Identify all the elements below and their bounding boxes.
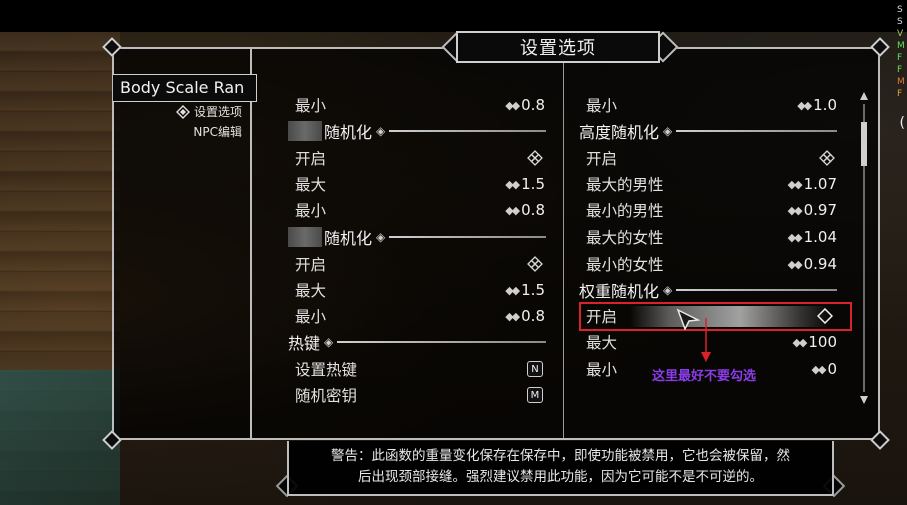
- slider-arrows-icon: ◆◆: [787, 177, 803, 191]
- option-row-min-top[interactable]: 最小 ◆◆ 1.0: [586, 93, 837, 117]
- option-row-min-male[interactable]: 最小的男性 ◆◆ 0.97: [586, 198, 837, 222]
- slider-arrows-icon: ◆◆: [787, 203, 803, 217]
- slider-arrows-icon: ◆◆: [505, 203, 520, 217]
- hud-overlay-text: SSVMFFMF: [897, 5, 905, 99]
- nav-item-npc-edit[interactable]: NPC编辑: [162, 123, 242, 140]
- slider-arrows-icon: ◆◆: [505, 283, 520, 297]
- checkbox-checked-icon[interactable]: [819, 150, 835, 166]
- checkbox-checked-icon[interactable]: [527, 256, 543, 272]
- option-row-enable-1[interactable]: 开启: [295, 146, 545, 170]
- slider-arrows-icon: ◆◆: [505, 177, 520, 191]
- header-ornament-icon: ◈: [663, 283, 673, 297]
- header-ornament-icon: ◈: [376, 230, 386, 244]
- info-line-2: 后出现颈部接缝。强烈建议禁用此功能，因为它可能不是不可逆的。: [358, 469, 763, 485]
- checkbox-checked-icon[interactable]: [527, 150, 543, 166]
- nav-item-label: 设置选项: [193, 105, 242, 119]
- slider-arrows-icon: ◆◆: [505, 309, 520, 323]
- keybind-m-icon[interactable]: M: [527, 387, 543, 403]
- keybind-n-icon[interactable]: N: [527, 361, 543, 377]
- option-row-max-male[interactable]: 最大的男性 ◆◆ 1.07: [586, 172, 837, 196]
- option-row-min-female[interactable]: 最小的女性 ◆◆ 0.94: [586, 252, 837, 276]
- page-title: 设置选项: [456, 31, 660, 63]
- option-row-max-3[interactable]: 最大 ◆◆ 1.5: [295, 278, 545, 302]
- slider-value: 0.94: [803, 255, 837, 273]
- options-scrollbar[interactable]: [860, 92, 868, 404]
- slider-value: 1.04: [803, 228, 837, 246]
- scroll-up-icon[interactable]: [860, 92, 868, 100]
- slider-value: 1.5: [521, 281, 545, 299]
- scroll-down-icon[interactable]: [860, 396, 868, 404]
- option-row-random-key[interactable]: 随机密钥 M: [295, 383, 545, 407]
- slider-arrows-icon: ◆◆: [505, 98, 520, 112]
- bed-background: [0, 370, 120, 505]
- option-row-max-female[interactable]: 最大的女性 ◆◆ 1.04: [586, 225, 837, 249]
- slider-value: 1.5: [521, 175, 545, 193]
- slider-value: 1.0: [813, 96, 837, 114]
- mod-name-tab[interactable]: Body Scale Ran: [113, 74, 257, 102]
- mouse-cursor-icon: [676, 308, 700, 330]
- slider-value: 1.07: [803, 175, 837, 193]
- header-ornament-icon: ◈: [324, 335, 334, 349]
- header-ornament-icon: ◈: [663, 124, 673, 138]
- slider-value: 0.97: [803, 201, 837, 219]
- section-header-hotkeys: 热键 ◈: [288, 330, 546, 354]
- slider-arrows-icon: ◆◆: [787, 257, 803, 271]
- section-header-randomize-2: 随机化 ◈: [288, 225, 546, 249]
- redacted-text: [288, 121, 322, 141]
- slider-arrows-icon: ◆◆: [811, 362, 827, 376]
- option-row-enable-2[interactable]: 开启: [295, 252, 545, 276]
- top-black-bar: [0, 0, 907, 32]
- checkbox-unchecked-icon[interactable]: [817, 308, 833, 324]
- slider-value: 0.8: [521, 307, 545, 325]
- option-row-min-3[interactable]: 最小 ◆◆ 0.8: [295, 304, 545, 328]
- nav-divider: [250, 49, 252, 438]
- slider-value: 0.8: [521, 201, 545, 219]
- slider-arrows-icon: ◆◆: [787, 230, 803, 244]
- option-row-enable-height[interactable]: 开启: [586, 146, 837, 170]
- section-header-height-randomize: 高度随机化 ◈: [579, 119, 837, 143]
- section-header-weight-randomize: 权重随机化 ◈: [579, 278, 837, 302]
- slider-arrows-icon: ◆◆: [792, 335, 807, 349]
- slider-value: 0: [827, 360, 837, 378]
- slider-value: 0.8: [521, 96, 545, 114]
- option-row-set-hotkey[interactable]: 设置热键 N: [295, 357, 545, 381]
- hud-bracket: (: [899, 115, 905, 131]
- scroll-thumb[interactable]: [861, 122, 867, 166]
- info-text-box: 警告：此函数的重量变化保存在保存中，即使功能被禁用，它也会被保留，然 后出现颈部…: [287, 441, 834, 496]
- option-row-min-1[interactable]: 最小 ◆◆ 0.8: [295, 93, 545, 117]
- annotation-arrow-icon: [701, 318, 711, 362]
- option-row-min-2[interactable]: 最小 ◆◆ 0.8: [295, 198, 545, 222]
- slider-arrows-icon: ◆◆: [797, 98, 812, 112]
- info-line-1: 警告：此函数的重量变化保存在保存中，即使功能被禁用，它也会被保留，然: [331, 448, 790, 464]
- option-row-max-2[interactable]: 最大 ◆◆ 1.5: [295, 172, 545, 196]
- annotation-note: 这里最好不要勾选: [652, 369, 757, 384]
- slider-value: 100: [808, 333, 837, 351]
- redacted-text: [288, 227, 322, 247]
- mcm-diamond-icon: [175, 104, 190, 119]
- nav-item-settings[interactable]: 设置选项: [162, 103, 242, 120]
- header-ornament-icon: ◈: [376, 124, 386, 138]
- section-header-randomize-1: 随机化 ◈: [288, 119, 546, 143]
- column-divider: [563, 49, 564, 438]
